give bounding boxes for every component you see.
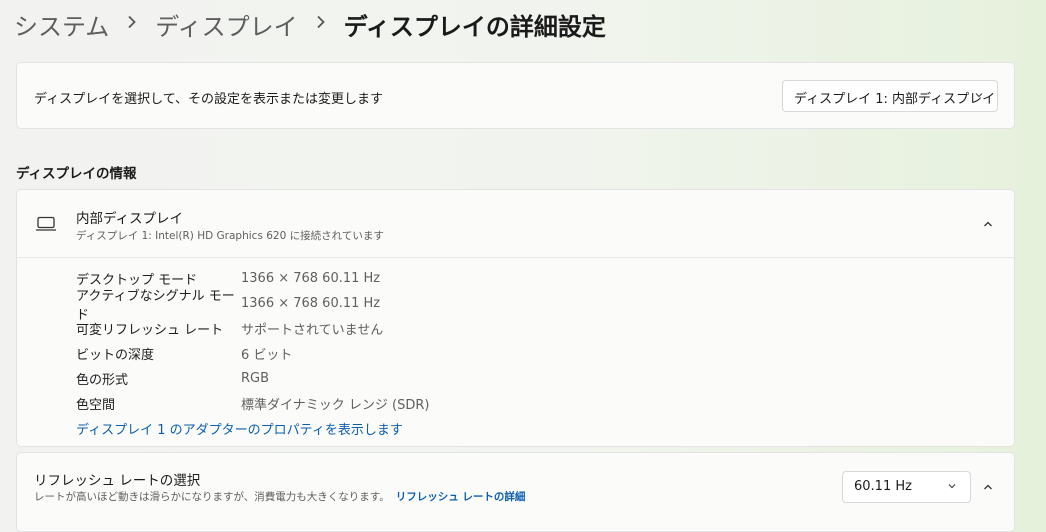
- display-info-header[interactable]: 内部ディスプレイ ディスプレイ 1: Intel(R) HD Graphics …: [17, 190, 1014, 258]
- property-row: 色の形式 RGB: [76, 366, 429, 391]
- refresh-rate-dropdown-value: 60.11 Hz: [854, 479, 912, 494]
- property-label: ビットの深度: [76, 348, 155, 363]
- breadcrumb: システム ディスプレイ ディスプレイの詳細設定: [14, 6, 606, 42]
- refresh-rate-dropdown[interactable]: 60.11 Hz: [842, 471, 971, 503]
- refresh-rate-card: リフレッシュ レートの選択 レートが高いほど動きは滑らかになりますが、消費電力も…: [16, 452, 1015, 532]
- refresh-rate-subtitle: レートが高いほど動きは滑らかになりますが、消費電力も大きくなります。: [34, 491, 390, 503]
- property-row: アクティブなシグナル モード 1366 × 768 60.11 Hz: [76, 289, 429, 323]
- display-info-subtitle: ディスプレイ 1: Intel(R) HD Graphics 620 に接続され…: [76, 230, 384, 242]
- property-value: サポートされていません: [241, 323, 384, 338]
- refresh-rate-title: リフレッシュ レートの選択: [34, 473, 201, 489]
- property-label: アクティブなシグナル モード: [76, 288, 235, 323]
- display-dropdown-value: ディスプレイ 1: 内部ディスプレイ: [794, 92, 996, 107]
- page-title: ディスプレイの詳細設定: [343, 12, 606, 41]
- chevron-right-icon: [127, 14, 137, 33]
- display-select-label: ディスプレイを選択して、その設定を表示または変更します: [34, 92, 384, 107]
- display-properties: デスクトップ モード 1366 × 768 60.11 Hz アクティブなシグナ…: [76, 266, 429, 416]
- chevron-up-icon[interactable]: [976, 475, 1000, 499]
- chevron-down-icon: [946, 480, 958, 496]
- property-label: 可変リフレッシュ レート: [76, 323, 224, 338]
- property-value: 6 ビット: [241, 348, 293, 363]
- property-label: 色空間: [76, 398, 116, 413]
- chevron-up-icon[interactable]: [976, 212, 1000, 236]
- property-row: 可変リフレッシュ レート サポートされていません: [76, 316, 429, 341]
- property-value: 1366 × 768 60.11 Hz: [241, 271, 381, 286]
- display-info-title: 内部ディスプレイ: [76, 211, 184, 227]
- property-row: 色空間 標準ダイナミック レンジ (SDR): [76, 391, 429, 416]
- laptop-icon: [35, 216, 57, 236]
- section-title-display-info: ディスプレイの情報: [16, 166, 137, 182]
- breadcrumb-item-system[interactable]: システム: [14, 7, 109, 42]
- refresh-rate-description: レートが高いほど動きは滑らかになりますが、消費電力も大きくなります。 リフレッシュ…: [34, 489, 525, 504]
- property-label: 色の形式: [76, 373, 129, 388]
- property-value: 1366 × 768 60.11 Hz: [241, 296, 381, 311]
- chevron-right-icon: [316, 14, 326, 33]
- breadcrumb-item-display[interactable]: ディスプレイ: [155, 7, 297, 42]
- chevron-down-icon: [973, 89, 985, 105]
- property-row: ビットの深度 6 ビット: [76, 341, 429, 366]
- property-value: RGB: [241, 371, 270, 386]
- adapter-properties-link[interactable]: ディスプレイ 1 のアダプターのプロパティを表示します: [76, 419, 403, 438]
- display-dropdown[interactable]: ディスプレイ 1: 内部ディスプレイ: [782, 80, 998, 112]
- display-info-card: 内部ディスプレイ ディスプレイ 1: Intel(R) HD Graphics …: [16, 189, 1015, 447]
- display-select-card: ディスプレイを選択して、その設定を表示または変更します ディスプレイ 1: 内部…: [16, 62, 1015, 129]
- refresh-rate-details-link[interactable]: リフレッシュ レートの詳細: [396, 491, 526, 503]
- property-value: 標準ダイナミック レンジ (SDR): [241, 398, 430, 413]
